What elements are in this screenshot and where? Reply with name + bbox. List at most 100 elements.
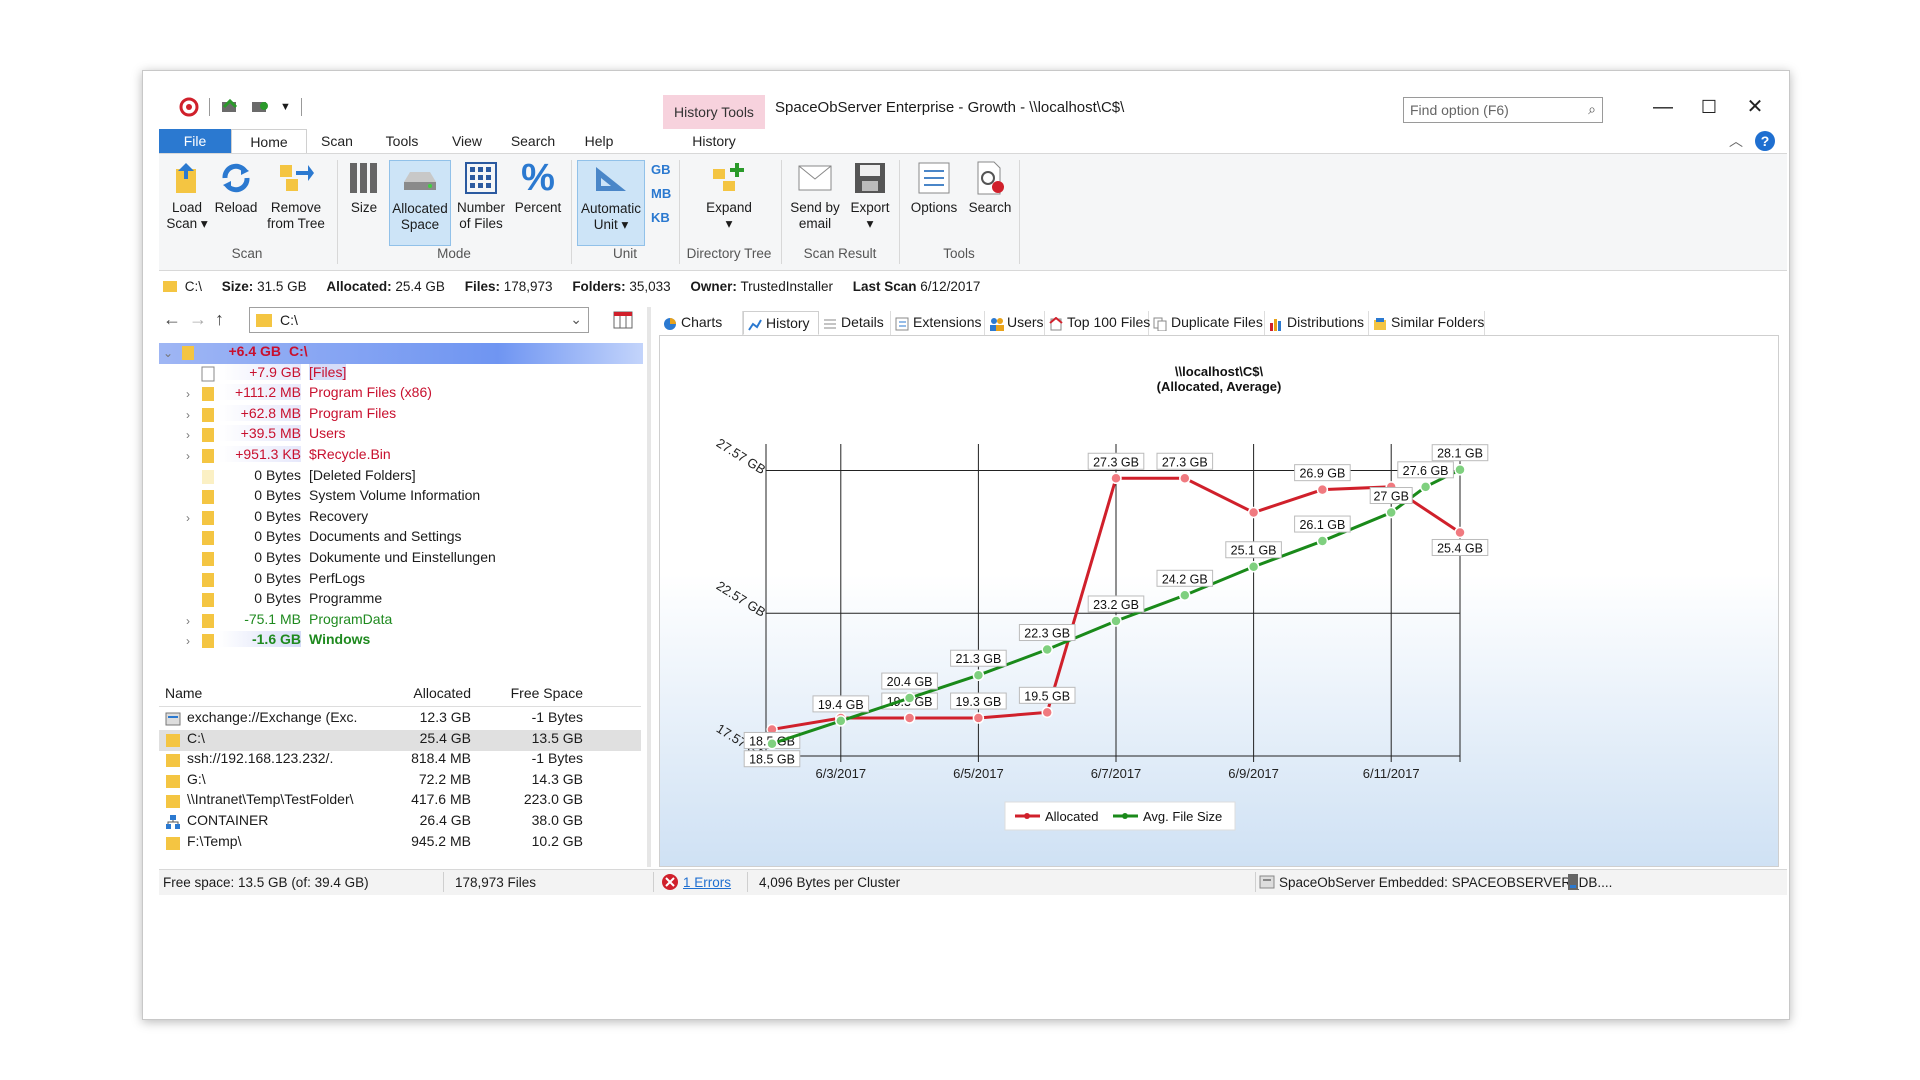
table-cell-allocated: 417.6 MB [411,791,471,808]
load-scan-button[interactable]: Load Scan ▾ [165,160,209,232]
search-button[interactable]: Search [965,160,1015,216]
remove-from-tree-button[interactable]: Remove from Tree [263,160,329,232]
send-label-2: email [798,216,832,231]
tab-file[interactable]: File [159,129,231,153]
find-option-input[interactable]: Find option (F6) ⌕ [1403,97,1603,123]
search-file-icon [972,160,1008,196]
tree-row[interactable]: › -1.6 GB Windows [159,631,643,652]
tab-help[interactable]: Help [569,129,629,153]
minimize-button[interactable]: — [1643,93,1683,121]
layout-view-icon[interactable] [613,311,633,329]
tree-row[interactable]: › 0 Bytes Recovery [159,508,643,529]
tree-row[interactable]: 0 Bytes PerfLogs [159,570,643,591]
expand-icon[interactable]: › [181,614,195,628]
tab-history[interactable]: History [663,129,765,153]
tree-row[interactable]: 0 Bytes Documents and Settings [159,528,643,549]
tab-extensions[interactable]: Extensions [891,311,985,335]
up-arrow-icon[interactable]: ↑ [215,309,224,330]
tree-row[interactable]: ⌄ +6.4 GB C:\ [159,343,643,364]
status-bar: Free space: 13.5 GB (of: 39.4 GB) 178,97… [159,869,1787,895]
tree-row-size: 0 Bytes [254,466,301,483]
database-icon [1259,874,1277,893]
tree-row[interactable]: 0 Bytes System Volume Information [159,487,643,508]
tab-top-100-files[interactable]: Top 100 Files [1045,311,1150,335]
tree-row[interactable]: › +951.3 KB $Recycle.Bin [159,446,643,467]
tab-search[interactable]: Search [497,129,569,153]
column-header-free-space[interactable]: Free Space [475,685,583,701]
scan-qat-icon[interactable] [220,98,240,116]
expand-icon[interactable]: › [181,634,195,648]
folder-icon [202,428,214,443]
expand-icon[interactable]: › [181,511,195,525]
errors-link[interactable]: 1 Errors [683,875,731,890]
expand-icon[interactable]: › [181,387,195,401]
maximize-button[interactable]: ☐ [1689,93,1729,121]
tree-row[interactable]: › -75.1 MB ProgramData [159,611,643,632]
allocated-space-button[interactable]: Allocated Space [389,160,451,246]
data-label: 19.4 GB [818,698,864,712]
tab-details[interactable]: Details [819,311,891,335]
back-arrow-icon[interactable]: ← [163,309,181,330]
path-dropdown-icon[interactable]: ⌄ [570,311,582,328]
expand-icon[interactable]: › [181,449,195,463]
unit-gb-button[interactable]: GB [651,162,671,177]
path-input[interactable]: C:\ ⌄ [249,307,589,333]
tab-tools[interactable]: Tools [367,129,437,153]
tree-row[interactable]: 0 Bytes [Deleted Folders] [159,467,643,488]
qat-dropdown-icon[interactable]: ▼ [280,101,291,113]
table-row[interactable]: CONTAINER 26.4 GB 38.0 GB [159,812,641,833]
table-row[interactable]: F:\Temp\ 945.2 MB 10.2 GB [159,833,641,854]
percent-button[interactable]: % Percent [511,159,565,216]
pane-splitter[interactable] [647,307,651,867]
tree-row-size: 0 Bytes [254,528,301,545]
collapse-ribbon-icon[interactable]: ︿ [1729,131,1743,151]
tree-row[interactable]: 0 Bytes Dokumente und Einstellungen [159,549,643,570]
table-row[interactable]: C:\ 25.4 GB 13.5 GB [159,729,641,751]
tree-row[interactable]: › +111.2 MB Program Files (x86) [159,384,643,405]
tab-history-view[interactable]: History [743,311,819,335]
collapse-icon[interactable]: ⌄ [161,346,175,360]
table-cell-free-space: -1 Bytes [531,750,583,767]
tab-charts[interactable]: Charts [659,311,743,335]
column-header-allocated[interactable]: Allocated [359,685,471,701]
table-row[interactable]: ssh://192.168.123.232/. 818.4 MB -1 Bytes [159,750,641,771]
tree-row[interactable]: › +62.8 MB Program Files [159,404,643,426]
refresh-qat-icon[interactable] [250,98,270,116]
path-folder-icon [256,314,272,327]
export-button[interactable]: Export ▾ [847,160,893,232]
tab-duplicate-files[interactable]: Duplicate Files [1149,311,1265,335]
send-by-email-button[interactable]: Send by email [787,160,843,232]
reload-button[interactable]: Reload [211,160,261,216]
tab-scan[interactable]: Scan [307,129,367,153]
size-mode-button[interactable]: Size [343,160,385,216]
table-row[interactable]: G:\ 72.2 MB 14.3 GB [159,771,641,792]
table-cell-free-space: 38.0 GB [531,812,583,828]
tree-row[interactable]: › +39.5 MB Users [159,425,643,446]
unit-mb-button[interactable]: MB [651,186,671,201]
tab-similar-folders[interactable]: Similar Folders [1369,311,1485,335]
close-button[interactable]: ✕ [1735,93,1775,121]
tab-view[interactable]: View [437,129,497,153]
tab-users[interactable]: Users [985,311,1045,335]
expand-icon[interactable]: › [181,428,195,442]
tree-row[interactable]: 0 Bytes Programme [159,590,643,611]
tree-row[interactable]: +7.9 GB [Files] [159,363,643,385]
options-button[interactable]: Options [905,160,963,216]
tab-home[interactable]: Home [231,129,307,153]
number-of-files-button[interactable]: Number of Files [453,160,509,232]
folder-icon [166,795,180,809]
expand-button[interactable]: Expand ▾ [699,160,759,232]
table-row[interactable]: exchange://Exchange (Exc... 12.3 GB -1 Byt… [159,709,641,730]
folder-icon [202,449,214,463]
automatic-unit-button[interactable]: Automatic Unit ▾ [577,160,645,246]
column-header-name[interactable]: Name [165,685,335,701]
table-row[interactable]: \\Intranet\Temp\TestFolder\ 417.6 MB 223.0… [159,791,641,812]
options-label: Options [910,200,958,215]
history-chart: \\localhost\C$\(Allocated, Average) 6/3/2… [714,364,1489,831]
forward-arrow-icon[interactable]: → [189,309,207,330]
help-icon[interactable]: ? [1755,131,1775,151]
expand-icon[interactable]: › [181,408,195,422]
tab-distributions[interactable]: Distributions [1265,311,1369,335]
table-cell-free-space: 223.0 GB [523,791,583,808]
unit-kb-button[interactable]: KB [651,210,670,225]
